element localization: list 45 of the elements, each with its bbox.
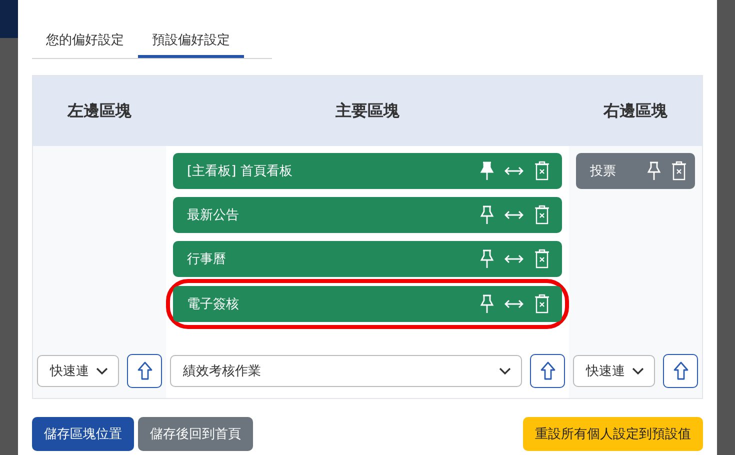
block-select[interactable]: 績效考核作業 <box>170 355 522 387</box>
delete-icon[interactable] <box>534 205 550 225</box>
resize-arrows-icon[interactable] <box>504 298 524 310</box>
pin-icon[interactable] <box>480 205 494 225</box>
block-label: 電子簽核 <box>187 296 239 313</box>
column-header: 左邊區塊 <box>68 100 132 122</box>
chevron-down-icon <box>632 367 644 375</box>
arrow-up-icon <box>540 361 556 381</box>
pin-icon[interactable] <box>480 294 494 314</box>
delete-icon[interactable] <box>671 161 687 181</box>
action-button[interactable]: 儲存後回到首頁 <box>138 417 253 451</box>
block-label: 最新公告 <box>187 207 239 224</box>
resize-arrows-icon[interactable] <box>504 209 524 221</box>
delete-icon[interactable] <box>534 161 550 181</box>
resize-arrows-icon[interactable] <box>504 253 524 265</box>
chevron-down-icon <box>499 367 511 375</box>
pin-icon[interactable] <box>480 161 494 181</box>
tab[interactable]: 您的偏好設定 <box>32 14 138 58</box>
add-block-button[interactable] <box>663 354 698 388</box>
block-label: [主看板] 首頁看板 <box>187 163 292 180</box>
block-label: 行事曆 <box>187 251 226 268</box>
block-label: 投票 <box>590 163 616 180</box>
block-item[interactable]: 行事曆 <box>173 241 562 277</box>
column-header: 主要區塊 <box>336 100 400 122</box>
arrow-up-icon <box>136 361 152 381</box>
pin-icon[interactable] <box>647 161 661 181</box>
action-button[interactable]: 儲存區塊位置 <box>32 417 134 451</box>
resize-arrows-icon[interactable] <box>504 165 524 177</box>
block-item[interactable]: 最新公告 <box>173 197 562 233</box>
add-block-button[interactable] <box>127 354 162 388</box>
delete-icon[interactable] <box>534 294 550 314</box>
arrow-up-icon <box>672 361 688 381</box>
delete-icon[interactable] <box>534 249 550 269</box>
chevron-down-icon <box>96 367 108 375</box>
navigation-bar <box>0 0 18 38</box>
action-button[interactable]: 重設所有個人設定到預設值 <box>523 417 703 451</box>
tab[interactable]: 預設偏好設定 <box>138 14 244 58</box>
block-item[interactable]: 電子簽核 <box>173 286 562 322</box>
column-header: 右邊區塊 <box>604 100 668 122</box>
block-select[interactable]: 快速連 <box>573 355 655 387</box>
block-select[interactable]: 快速連 <box>37 355 119 387</box>
block-item[interactable]: [主看板] 首頁看板 <box>173 153 562 189</box>
add-block-button[interactable] <box>530 354 565 388</box>
block-item[interactable]: 投票 <box>576 153 695 189</box>
pin-icon[interactable] <box>480 249 494 269</box>
